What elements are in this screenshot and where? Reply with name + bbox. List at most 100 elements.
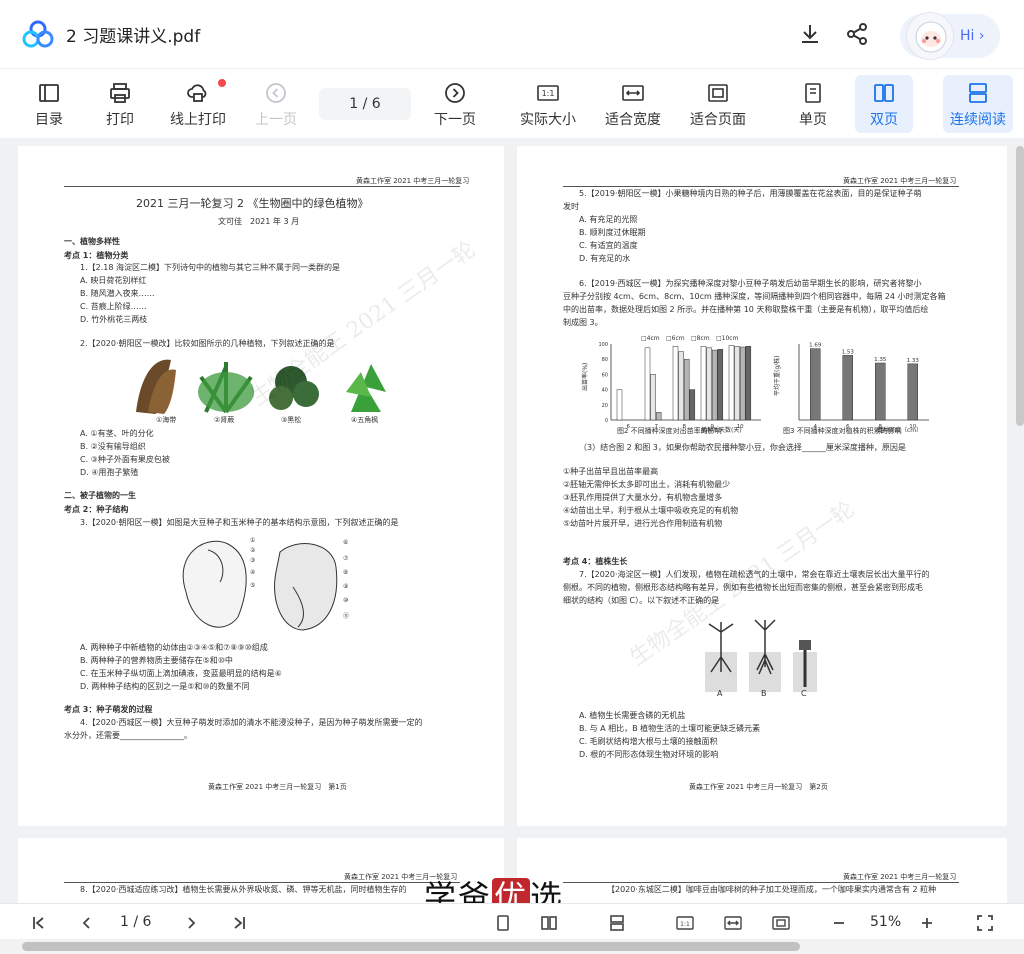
option-text: D. 两种种子结构的区别之一是⑤和⑩的数量不同 [80,682,250,691]
question-text: 水分外，还需要________________。 [64,731,192,740]
topic-heading: 考点 1：植物分类 [64,251,129,260]
pdf-page-4: 黄森工作室 2021 中考三月一轮复习 【2020·东城区二模】咖啡豆由咖啡树的… [517,838,1007,903]
option-text: ③胚乳作用提供了大量水分，有机物含量增多 [563,493,723,502]
question-text: 中的出苗率，数据处理后如图 2 所示。并在播种第 10 天称取整株干重（主要是有… [563,305,929,314]
data-label: 1.35 [874,357,887,363]
online-print-button[interactable]: 线上打印 [163,69,233,139]
option-text: C. 在玉米种子纵切面上滴加碘液，变蓝最明显的结构是⑥ [80,669,282,678]
x-tick-label: 10 [737,424,744,430]
figure-label-b: B [761,689,767,698]
legend-item: □10cm [716,335,739,342]
notification-dot [218,79,226,87]
single-page-button[interactable]: 单页 [790,69,836,139]
next-page-icon[interactable] [182,914,200,932]
double-page-button[interactable]: 双页 [855,75,913,133]
page-footer: 黄森工作室 2021 中考三月一轮复习 第2页 [689,783,828,791]
print-button[interactable]: 打印 [95,69,145,139]
question-text: 3.【2020·朝阳区一模】如图是大豆种子和玉米种子的基本结构示意图，下列叙述正… [80,518,399,527]
horizontal-scrollbar-thumb[interactable] [22,942,800,951]
y-tick-label: 80 [602,357,608,363]
fit-page-icon[interactable] [772,914,790,932]
double-page-view-icon[interactable] [540,914,558,932]
svg-text:④: ④ [250,569,255,576]
vertical-scrollbar[interactable] [1016,146,1024,426]
question-text: 豆种子分别按 4cm、6cm、8cm、10cm 播种深度，等间隔播种到四个相同容… [563,292,946,301]
pdf-page-1: 黄森工作室 2021 中考三月一轮复习 2021 三月一轮复习 2 《生物圈中的… [18,146,504,826]
fit-width-button[interactable]: 适合宽度 [599,69,667,139]
y-tick-label: 0 [605,418,608,424]
bar [842,355,853,421]
plant-label: ③黑松 [281,415,301,424]
plant-label: ④五角枫 [351,415,378,424]
topic-heading: 考点 3：种子萌发的过程 [64,705,153,714]
legend-item: □8cm [691,335,710,342]
option-text: A. 映日荷花别样红 [80,276,147,285]
page-number-input[interactable]: 1 / 6 [319,88,411,120]
emergence-rate-chart: □4cm □6cm □8cm □10cm 出苗率(%) 播种后天数(天) 020… [581,335,761,434]
maple-image [346,364,386,412]
question-text: 1.【2.18 海淀区二模】下列诗句中的植物与其它三种不属于同一类群的是 [80,263,340,272]
fit-width-icon[interactable] [724,914,742,932]
option-text: A. ①有茎、叶的分化 [80,429,154,438]
question-text: （3）结合图 2 和图 3，如果你帮助农民播种黎小豆，你会选择______厘米深… [579,443,906,452]
fit-page-button[interactable]: 适合页面 [684,69,752,139]
data-label: 1.53 [842,349,855,355]
header-rule [563,882,959,883]
bar [734,346,740,421]
option-text: D. 有充足的水 [579,254,631,263]
last-page-icon[interactable] [230,914,248,932]
header-rule [64,882,460,883]
svg-text:⑨: ⑨ [343,583,348,590]
svg-text:③: ③ [250,557,255,564]
figure-caption: 图2 不同播种深度对出苗率的影响 [617,427,722,435]
assistant-greeting[interactable]: Hi › [960,28,984,44]
download-icon[interactable] [798,22,822,46]
page-indicator[interactable]: 1 / 6 [120,914,151,930]
figure-caption: 图3 不同播种深度对植株的积累的影响 [783,427,902,435]
fit-width-icon [622,85,644,101]
x-tick-label: 10 [909,424,916,430]
prev-page-button[interactable]: 上一页 [250,69,302,139]
double-page-icon [874,84,894,102]
option-text: A. 植物生长需要含磷的无机盐 [579,711,686,720]
svg-text:1:1: 1:1 [680,921,690,928]
data-label: 1.69 [809,343,822,349]
continuous-reading-button[interactable]: 连续阅读 [943,75,1013,133]
option-text: C. ③种子外面有果皮包被 [80,455,170,464]
svg-text:⑤: ⑤ [250,582,255,589]
page-header: 黄森工作室 2021 中考三月一轮复习 [843,177,957,185]
first-page-icon[interactable] [30,914,48,932]
assistant-avatar-icon[interactable] [906,12,954,60]
toc-icon [39,84,59,102]
toc-button[interactable]: 目录 [24,69,74,139]
cloud-print-icon [187,84,207,102]
bar [875,362,886,421]
zoom-in-icon[interactable] [918,914,936,932]
question-text: 8.【2020·西城适应练习改】植物生长需要从外界吸收氮、磷、钾等无机盐，同时植… [80,885,407,894]
option-text: B. 与 A 相比，B 植物生活的土壤可能更缺乏磷元素 [579,724,761,733]
bar [650,374,656,421]
share-icon[interactable] [845,22,869,46]
author-line: 文可佳 2021 年 3 月 [218,217,300,226]
section-heading: 一、植物多样性 [64,237,120,246]
y-axis-label: 出苗率(%) [581,363,589,391]
bar [711,349,718,421]
y-tick-label: 60 [602,372,608,378]
continuous-view-icon[interactable] [608,914,626,932]
bar [644,347,651,421]
actual-size-button[interactable]: 1:1 实际大小 [514,69,582,139]
bar [706,347,712,421]
root-comparison-figure: A B C [705,619,817,698]
fullscreen-icon[interactable] [976,914,994,932]
cloud-logo-icon [22,20,54,48]
kelp-image [136,359,176,414]
next-page-button[interactable]: 下一页 [430,69,480,139]
single-page-view-icon[interactable] [494,914,512,932]
option-text: A. 有充足的光照 [579,215,638,224]
prev-page-icon[interactable] [78,914,96,932]
actual-size-icon[interactable]: 1:1 [676,914,694,932]
zoom-out-icon[interactable] [830,914,848,932]
bar [683,358,690,421]
question-text: 5.【2019·朝阳区一模】小果糖种境内日熟的种子后，用薄膜覆盖在花盆表面，目的… [579,189,922,198]
legend-item: □4cm [641,335,660,342]
